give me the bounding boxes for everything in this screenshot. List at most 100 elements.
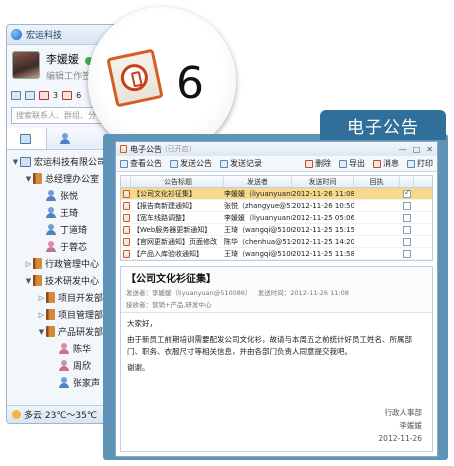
tab-contacts[interactable]	[47, 128, 87, 149]
col-title[interactable]: 公告标题	[131, 176, 224, 187]
record-label: 发送记录	[230, 159, 262, 168]
expand-arrow-icon[interactable]: ▷	[24, 260, 33, 268]
detail-signature: 行政人事部 李媛媛 2012-11-26	[378, 406, 422, 445]
row-icon-cell	[121, 201, 131, 210]
row-checkbox[interactable]	[403, 237, 411, 246]
mail-icon[interactable]	[39, 90, 49, 100]
table-row[interactable]: 【宽车线路调整】 李媛媛（liyuanyuan@...2012-11-25 05:…	[121, 212, 432, 224]
detail-greeting: 大家好，	[127, 319, 157, 328]
table-row[interactable]: 【产品入库验收通知】 王琦（wangqi@5100...2012-11-25 11…	[121, 248, 432, 260]
row-time: 2012-11-25 05:06	[292, 213, 354, 222]
tree-node-label: 产品研发部	[58, 328, 104, 338]
row-sender: 李媛媛（liyuanyuan@...	[224, 213, 292, 222]
collapse-arrow-icon[interactable]: ▼	[24, 175, 33, 183]
row-check-cell	[400, 188, 414, 198]
send-icon	[170, 159, 178, 168]
organization-icon	[19, 133, 31, 144]
collapse-arrow-icon[interactable]: ▼	[24, 277, 33, 285]
tree-node-label: 王琦	[60, 209, 79, 219]
avatar[interactable]	[12, 51, 40, 79]
export-button[interactable]: 导出	[339, 158, 365, 169]
maximize-icon[interactable]: □	[413, 145, 421, 154]
row-icon-cell	[121, 225, 131, 234]
contacts-tab-icon	[60, 133, 70, 144]
user-icon	[46, 224, 56, 235]
expand-arrow-icon[interactable]: ▷	[37, 311, 46, 319]
message-button[interactable]: 消息	[373, 158, 399, 169]
row-check-cell	[400, 201, 414, 210]
department-icon	[46, 292, 55, 303]
row-check-cell	[400, 213, 414, 222]
announcement-row-icon	[122, 201, 130, 210]
view-announcement-button[interactable]: 查看公告	[120, 158, 162, 169]
row-checkbox[interactable]	[403, 213, 411, 222]
collapse-arrow-icon[interactable]: ▼	[11, 158, 20, 166]
announcement-toolbar: 查看公告 发送公告 发送记录 删除 导出 消息 打印	[116, 156, 437, 172]
row-checkbox[interactable]	[403, 249, 411, 258]
department-icon	[46, 309, 55, 320]
sign-dept: 行政人事部	[384, 408, 423, 417]
announcement-titlebar: 电子公告 (已开启) — □ ✕	[116, 142, 437, 156]
tree-node-label: 张家声	[73, 379, 101, 389]
detail-title: 【公司文化衫征集】	[126, 274, 216, 285]
row-checkbox[interactable]	[403, 225, 411, 234]
collapse-arrow-icon[interactable]: ▼	[37, 328, 46, 336]
weather-text: 多云 23℃～35℃	[24, 411, 97, 421]
delete-button[interactable]: 删除	[305, 158, 331, 169]
tree-node-label: 周欣	[73, 362, 92, 372]
tree-node-label: 行政管理中心	[45, 260, 100, 270]
col-time[interactable]: 发送时间	[292, 176, 354, 187]
row-sender: 张悦（zhangyue@51...	[224, 201, 292, 210]
notice-count: 6	[76, 90, 82, 100]
row-icon-cell	[121, 249, 131, 258]
announcement-table: 公告标题 发送者 发送时间 回执 【公司文化衫征集】 李媛媛（liyuanyuan…	[120, 175, 433, 261]
expand-arrow-icon[interactable]: ▷	[37, 294, 46, 302]
department-icon	[33, 173, 42, 184]
announcement-detail: 【公司文化衫征集】 发送者：李媛媛（liyuanyuan@510086） 发送时…	[120, 266, 433, 452]
send-record-button[interactable]: 发送记录	[220, 158, 262, 169]
notice-icon[interactable]	[62, 90, 73, 100]
table-row[interactable]: 【Web服务器更新通知】 王琦（wangqi@5100...2012-11-25 …	[121, 224, 432, 236]
send-announcement-button[interactable]: 发送公告	[170, 158, 212, 169]
row-sender: 王琦（wangqi@5100...	[224, 249, 292, 258]
window-title: 电子公告	[130, 144, 162, 154]
user-icon	[59, 377, 69, 388]
row-title: 【宽车线路调整】	[133, 213, 189, 222]
detail-time: 发送时间：2012-11-26 11:08	[257, 289, 349, 297]
detail-content: 由于新员工前期培训需要配发公司文化衫，故请与本周五之前统计好员工姓名、所属部门、…	[127, 335, 412, 356]
table-row[interactable]: 【公司文化衫征集】 李媛媛（liyuanyuan@...2012-11-26 11…	[121, 188, 432, 200]
send-label: 发送公告	[180, 159, 212, 168]
row-title: 【公司文化衫征集】	[133, 189, 196, 198]
user-icon	[46, 207, 56, 218]
table-row[interactable]: 【官网更新通知】页面修改陈华（chenhua@510...2012-11-25 …	[121, 236, 432, 248]
print-label: 打印	[417, 159, 433, 168]
department-icon	[33, 258, 42, 269]
row-checkbox[interactable]	[403, 201, 411, 210]
col-sender[interactable]: 发送者	[224, 176, 292, 187]
export-icon	[339, 159, 347, 168]
record-icon	[220, 159, 228, 168]
table-header: 公告标题 发送者 发送时间 回执	[121, 176, 432, 188]
col-receipt[interactable]: 回执	[354, 176, 400, 187]
row-checkbox[interactable]	[403, 188, 411, 198]
table-row[interactable]: 【报告商新建通知】 张悦（zhangyue@51...2012-11-26 10:…	[121, 200, 432, 212]
row-check-cell	[400, 249, 414, 258]
delete-icon	[305, 159, 313, 168]
sign-date: 2012-11-26	[378, 434, 422, 443]
print-icon[interactable]	[11, 90, 21, 100]
department-icon	[33, 275, 42, 286]
detail-receiver: 接收者：营销+产品,研发中心	[126, 301, 212, 309]
badge-count: 6	[176, 58, 204, 109]
contacts-icon[interactable]	[25, 90, 35, 100]
minimize-icon[interactable]: —	[399, 145, 407, 154]
company-icon	[20, 156, 31, 167]
tree-node-label: 宏运科技有限公司	[34, 158, 107, 168]
user-icon	[59, 343, 69, 354]
close-icon[interactable]: ✕	[426, 145, 433, 154]
row-time: 2012-11-25 14:20	[292, 237, 354, 246]
row-sender: 陈华（chenhua@510...	[224, 237, 292, 246]
row-check-cell	[400, 237, 414, 246]
tab-organization[interactable]	[7, 128, 47, 149]
print-button[interactable]: 打印	[407, 158, 433, 169]
row-time: 2012-11-25 11:58	[292, 249, 354, 258]
